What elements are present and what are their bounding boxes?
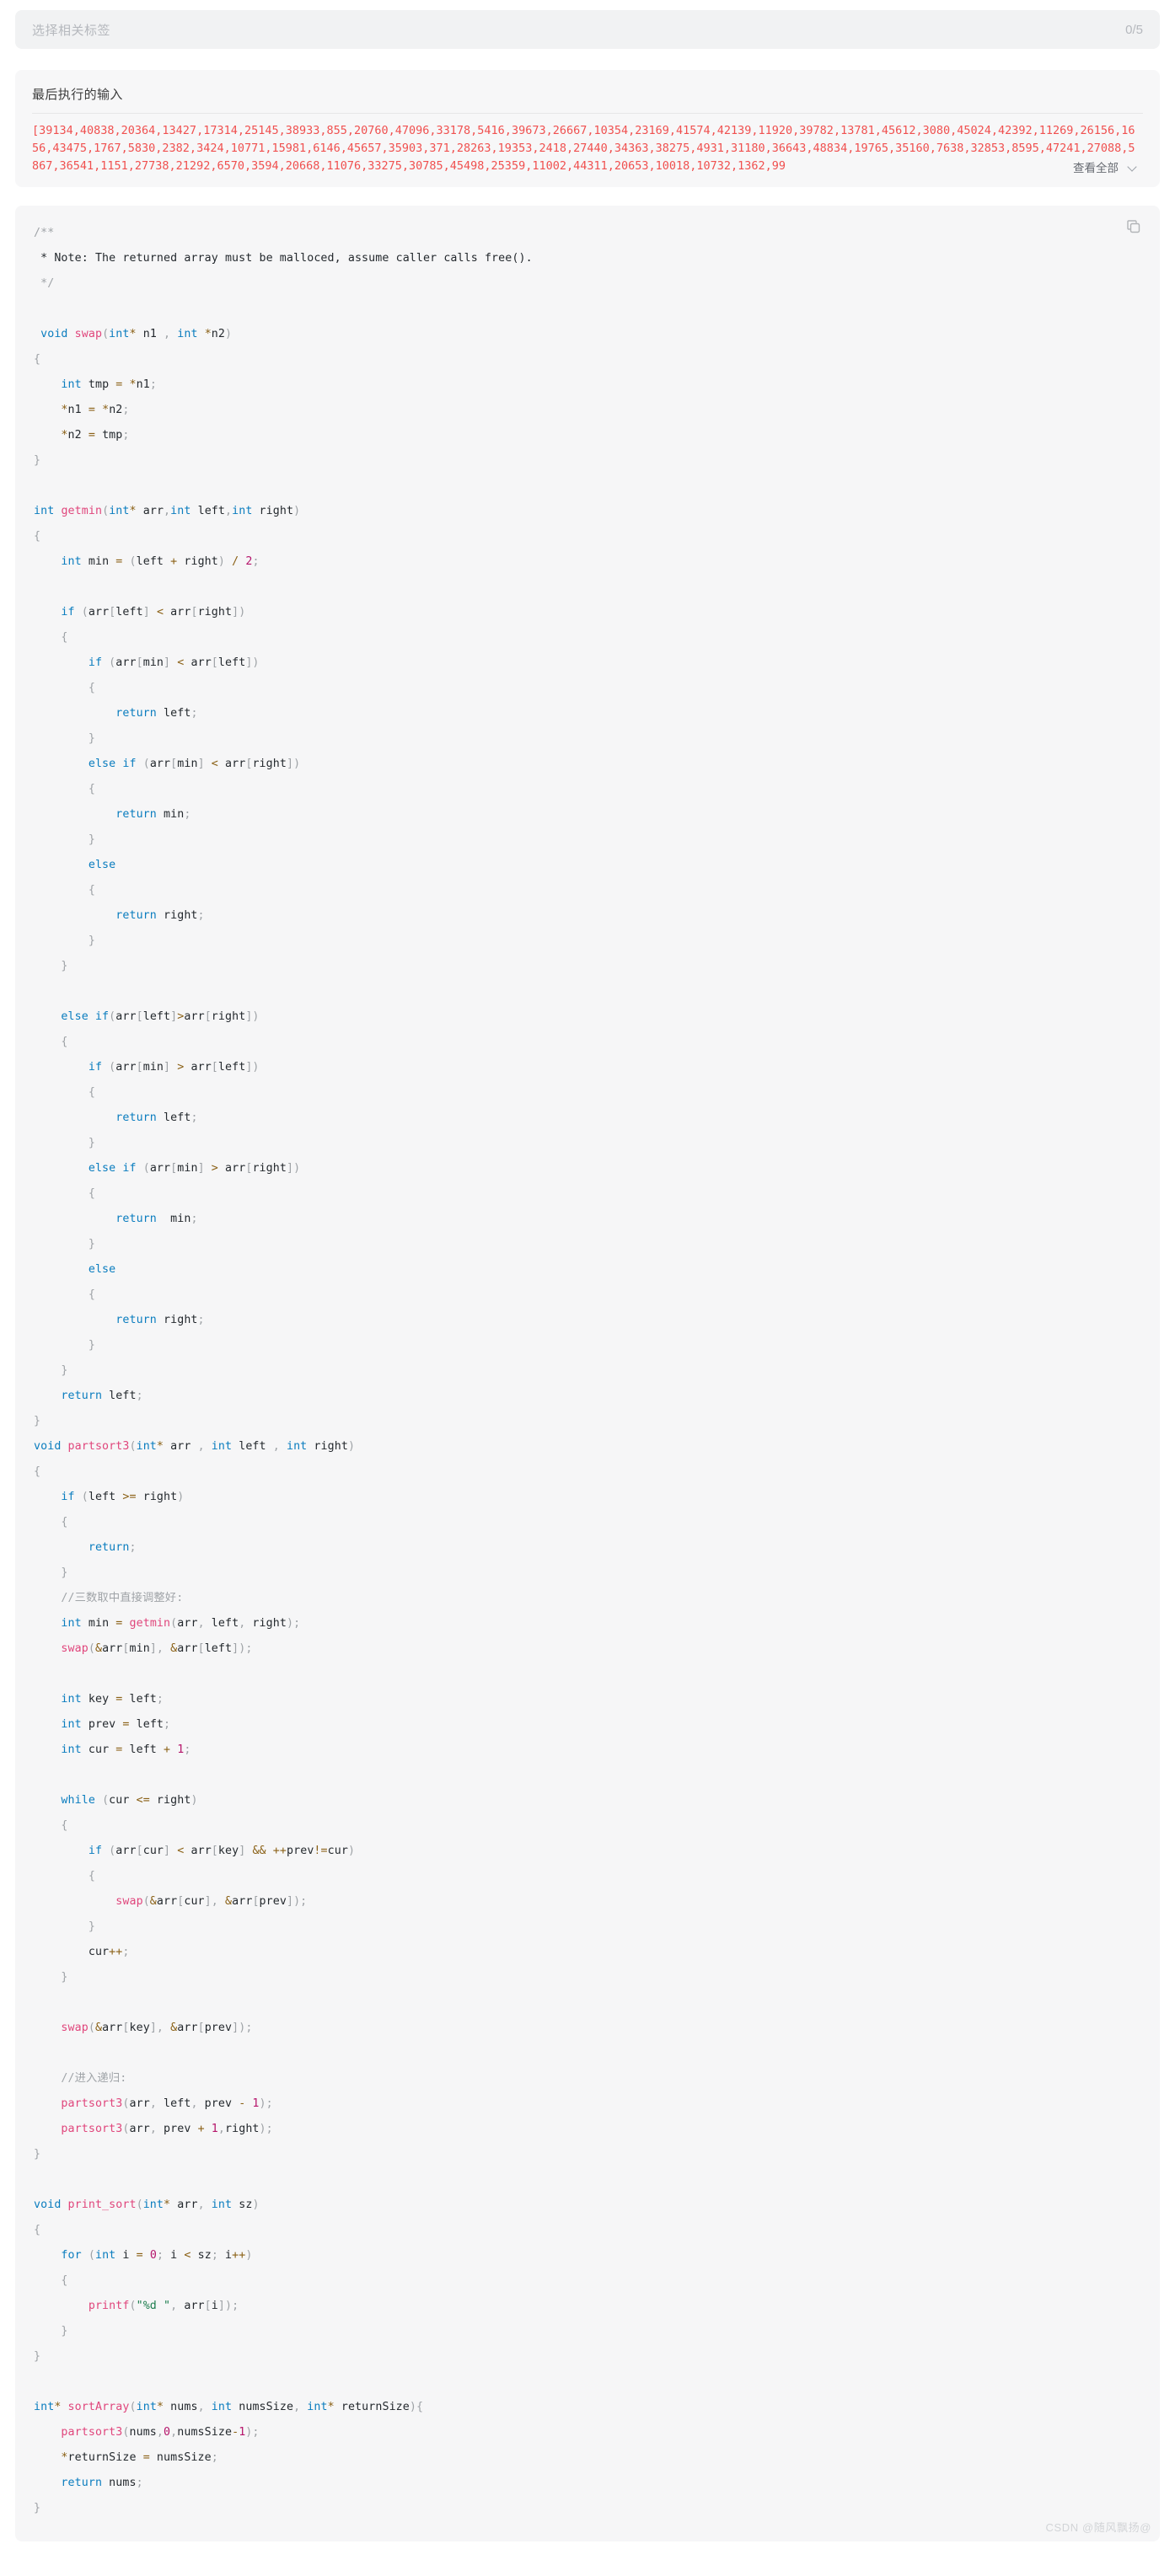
last-input-values: [39134,40838,20364,13427,17314,25145,389… bbox=[32, 124, 1135, 173]
tag-selector-bar[interactable]: 选择相关标签 0/5 bbox=[15, 10, 1160, 49]
last-input-title: 最后执行的输入 bbox=[32, 88, 123, 102]
chevron-down-icon bbox=[1129, 163, 1138, 172]
view-all-label: 查看全部 bbox=[1073, 162, 1119, 174]
tag-selector-placeholder: 选择相关标签 bbox=[32, 23, 111, 38]
view-all-button[interactable]: 查看全部 bbox=[1065, 157, 1141, 177]
csdn-watermark: CSDN @随风飘扬@ bbox=[1045, 2521, 1151, 2534]
copy-icon[interactable] bbox=[1126, 219, 1141, 234]
tag-selector-counter: 0/5 bbox=[1125, 22, 1143, 37]
divider bbox=[32, 113, 1143, 114]
code-panel: /** * Note: The returned array must be m… bbox=[15, 206, 1160, 2541]
last-input-panel: 最后执行的输入 [39134,40838,20364,13427,17314,2… bbox=[15, 70, 1160, 187]
source-code: /** * Note: The returned array must be m… bbox=[34, 227, 533, 2514]
